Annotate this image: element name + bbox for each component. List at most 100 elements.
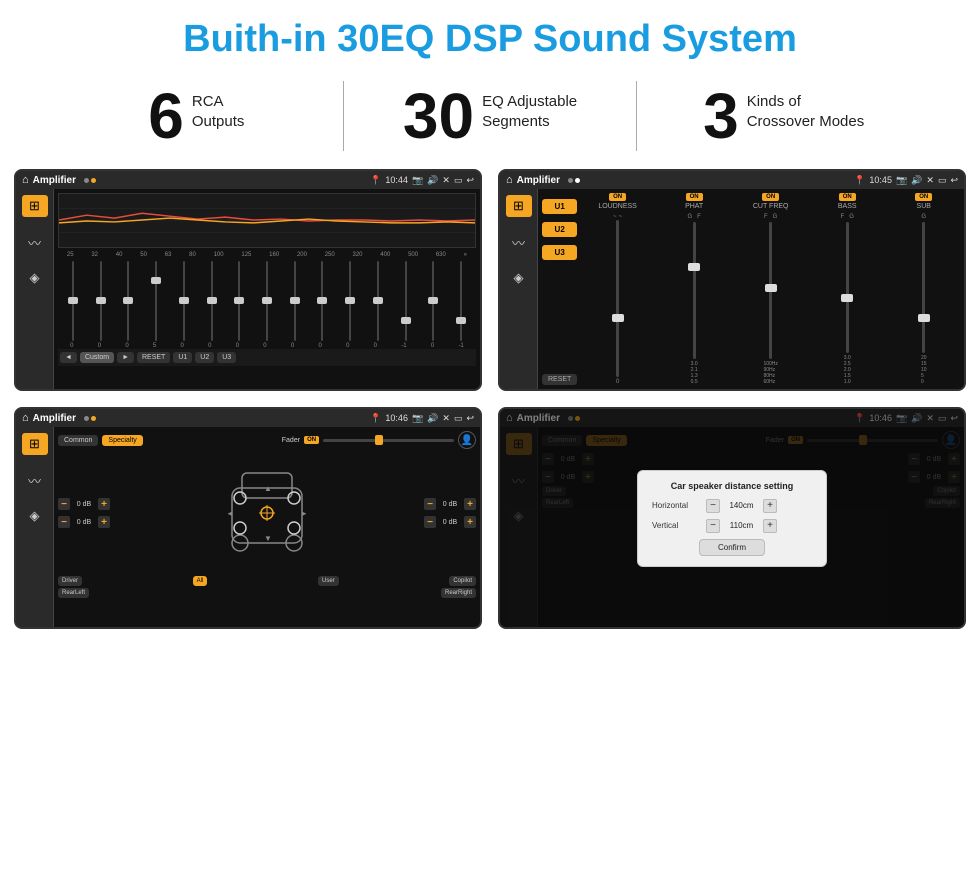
channel-sub: ON SUB G 20151050 <box>887 193 960 385</box>
channel-phat: ON PHAT G F 3.02.11.30.5 <box>658 193 731 385</box>
user-btn[interactable]: User <box>318 576 339 586</box>
loudness-value: 0 <box>616 379 619 385</box>
fader-thumb[interactable] <box>375 435 383 445</box>
bottom-left-minus[interactable]: − <box>58 516 70 528</box>
eq-slider-10[interactable] <box>310 261 336 341</box>
cross-home-icon[interactable]: ⌂ <box>506 174 513 186</box>
bottom-left-db-val: 0 dB <box>72 519 96 526</box>
dialog-title: Car speaker distance setting <box>652 481 812 491</box>
eq-slider-13[interactable] <box>393 261 419 341</box>
stat-divider-1 <box>343 81 344 151</box>
phat-slider[interactable] <box>693 222 696 359</box>
bottom-right-minus[interactable]: − <box>424 516 436 528</box>
spk-screen-body: ⊞ 〰 ◈ Common Specialty Fader ON <box>16 427 480 627</box>
cross-status-bar: ⌂ Amplifier 📍 10:45 📷 🔊 ✕ ▭ ↩ <box>500 171 964 189</box>
eq-reset-btn[interactable]: RESET <box>137 352 170 363</box>
confirm-button[interactable]: Confirm <box>699 539 765 556</box>
bottom-left-plus[interactable]: + <box>98 516 110 528</box>
loudness-on[interactable]: ON <box>609 193 626 201</box>
svg-text:◄: ◄ <box>226 509 234 518</box>
eq-slider-9[interactable] <box>282 261 308 341</box>
cutfreq-on[interactable]: ON <box>762 193 779 201</box>
bass-on[interactable]: ON <box>839 193 856 201</box>
bass-slider[interactable] <box>846 222 849 353</box>
u1-button[interactable]: U1 <box>542 199 577 214</box>
u3-button[interactable]: U3 <box>542 245 577 260</box>
eq-slider-14[interactable] <box>421 261 447 341</box>
cross-panel-icon-speaker[interactable]: ◈ <box>506 267 532 289</box>
eq-slider-15[interactable] <box>448 261 474 341</box>
eq-u1-btn[interactable]: U1 <box>173 352 192 363</box>
eq-prev-btn[interactable]: ◄ <box>60 352 77 363</box>
spk-pin-icon: 📍 <box>370 413 381 424</box>
eq-home-icon[interactable]: ⌂ <box>22 174 29 186</box>
spk-left-panel: ⊞ 〰 ◈ <box>16 427 54 627</box>
tab-specialty[interactable]: Specialty <box>102 435 142 446</box>
eq-back-icon[interactable]: ↩ <box>466 175 474 186</box>
top-right-minus[interactable]: − <box>424 498 436 510</box>
eq-slider-12[interactable] <box>365 261 391 341</box>
loudness-label: LOUDNESS <box>598 203 637 210</box>
vertical-plus-btn[interactable]: + <box>763 519 777 533</box>
rearright-btn[interactable]: RearRight <box>441 588 476 598</box>
phat-on[interactable]: ON <box>686 193 703 201</box>
page-container: Buith-in 30EQ DSP Sound System 6 RCA Out… <box>0 0 980 639</box>
top-left-plus[interactable]: + <box>98 498 110 510</box>
user-icon[interactable]: 👤 <box>458 431 476 449</box>
cross-panel-icon-wave[interactable]: 〰 <box>506 231 532 253</box>
spk-back-icon[interactable]: ↩ <box>466 413 474 424</box>
eq-slider-3[interactable] <box>115 261 141 341</box>
eq-sliders <box>58 261 476 341</box>
horizontal-label: Horizontal <box>652 501 702 510</box>
spk-cam-icon: 📷 <box>412 413 423 424</box>
u2-button[interactable]: U2 <box>542 222 577 237</box>
eq-u3-btn[interactable]: U3 <box>217 352 236 363</box>
copilot-btn[interactable]: Copilot <box>449 576 476 586</box>
eq-slider-7[interactable] <box>226 261 252 341</box>
eq-next-btn[interactable]: ► <box>117 352 134 363</box>
tab-common[interactable]: Common <box>58 435 98 446</box>
spk-panel-icon-wave[interactable]: 〰 <box>22 469 48 491</box>
cross-reset-btn[interactable]: RESET <box>542 374 577 385</box>
eq-slider-8[interactable] <box>254 261 280 341</box>
cross-rect-icon: ▭ <box>938 175 947 186</box>
fader-on-badge[interactable]: ON <box>304 436 319 444</box>
cross-pin-icon: 📍 <box>854 175 865 186</box>
bottom-left-db-control: − 0 dB + <box>58 516 110 528</box>
driver-btn[interactable]: Driver <box>58 576 82 586</box>
dialog-overlay: Car speaker distance setting Horizontal … <box>500 409 964 627</box>
spk-panel-icon-speaker[interactable]: ◈ <box>22 505 48 527</box>
eq-panel-icon-speaker[interactable]: ◈ <box>22 267 48 289</box>
eq-slider-2[interactable] <box>88 261 114 341</box>
crossover-channels: ON LOUDNESS ~~ 0 ON <box>581 193 960 385</box>
spk-home-icon[interactable]: ⌂ <box>22 412 29 424</box>
eq-slider-6[interactable] <box>199 261 225 341</box>
loudness-slider[interactable] <box>616 220 619 377</box>
fader-track[interactable] <box>323 439 454 442</box>
rearleft-btn[interactable]: RearLeft <box>58 588 89 598</box>
bottom-right-plus[interactable]: + <box>464 516 476 528</box>
cross-cam-icon: 📷 <box>896 175 907 186</box>
horizontal-minus-btn[interactable]: − <box>706 499 720 513</box>
sub-on[interactable]: ON <box>915 193 932 201</box>
top-left-minus[interactable]: − <box>58 498 70 510</box>
cross-back-icon[interactable]: ↩ <box>950 175 958 186</box>
top-right-plus[interactable]: + <box>464 498 476 510</box>
cutfreq-slider[interactable] <box>769 222 772 359</box>
right-db-controls: − 0 dB + − 0 dB + <box>424 453 476 573</box>
eq-slider-5[interactable] <box>171 261 197 341</box>
eq-slider-1[interactable] <box>60 261 86 341</box>
eq-u2-btn[interactable]: U2 <box>195 352 214 363</box>
vertical-minus-btn[interactable]: − <box>706 519 720 533</box>
horizontal-plus-btn[interactable]: + <box>763 499 777 513</box>
all-btn[interactable]: All <box>193 576 208 586</box>
eq-slider-11[interactable] <box>337 261 363 341</box>
eq-panel-icon-wave[interactable]: 〰 <box>22 231 48 253</box>
eq-slider-4[interactable] <box>143 261 169 341</box>
eq-panel-icon-eq[interactable]: ⊞ <box>22 195 48 217</box>
spk-panel-icon-eq[interactable]: ⊞ <box>22 433 48 455</box>
cross-panel-icon-eq[interactable]: ⊞ <box>506 195 532 217</box>
eq-custom-btn[interactable]: Custom <box>80 352 114 363</box>
sub-slider[interactable] <box>922 222 925 353</box>
vertical-value: 110cm <box>724 521 759 530</box>
